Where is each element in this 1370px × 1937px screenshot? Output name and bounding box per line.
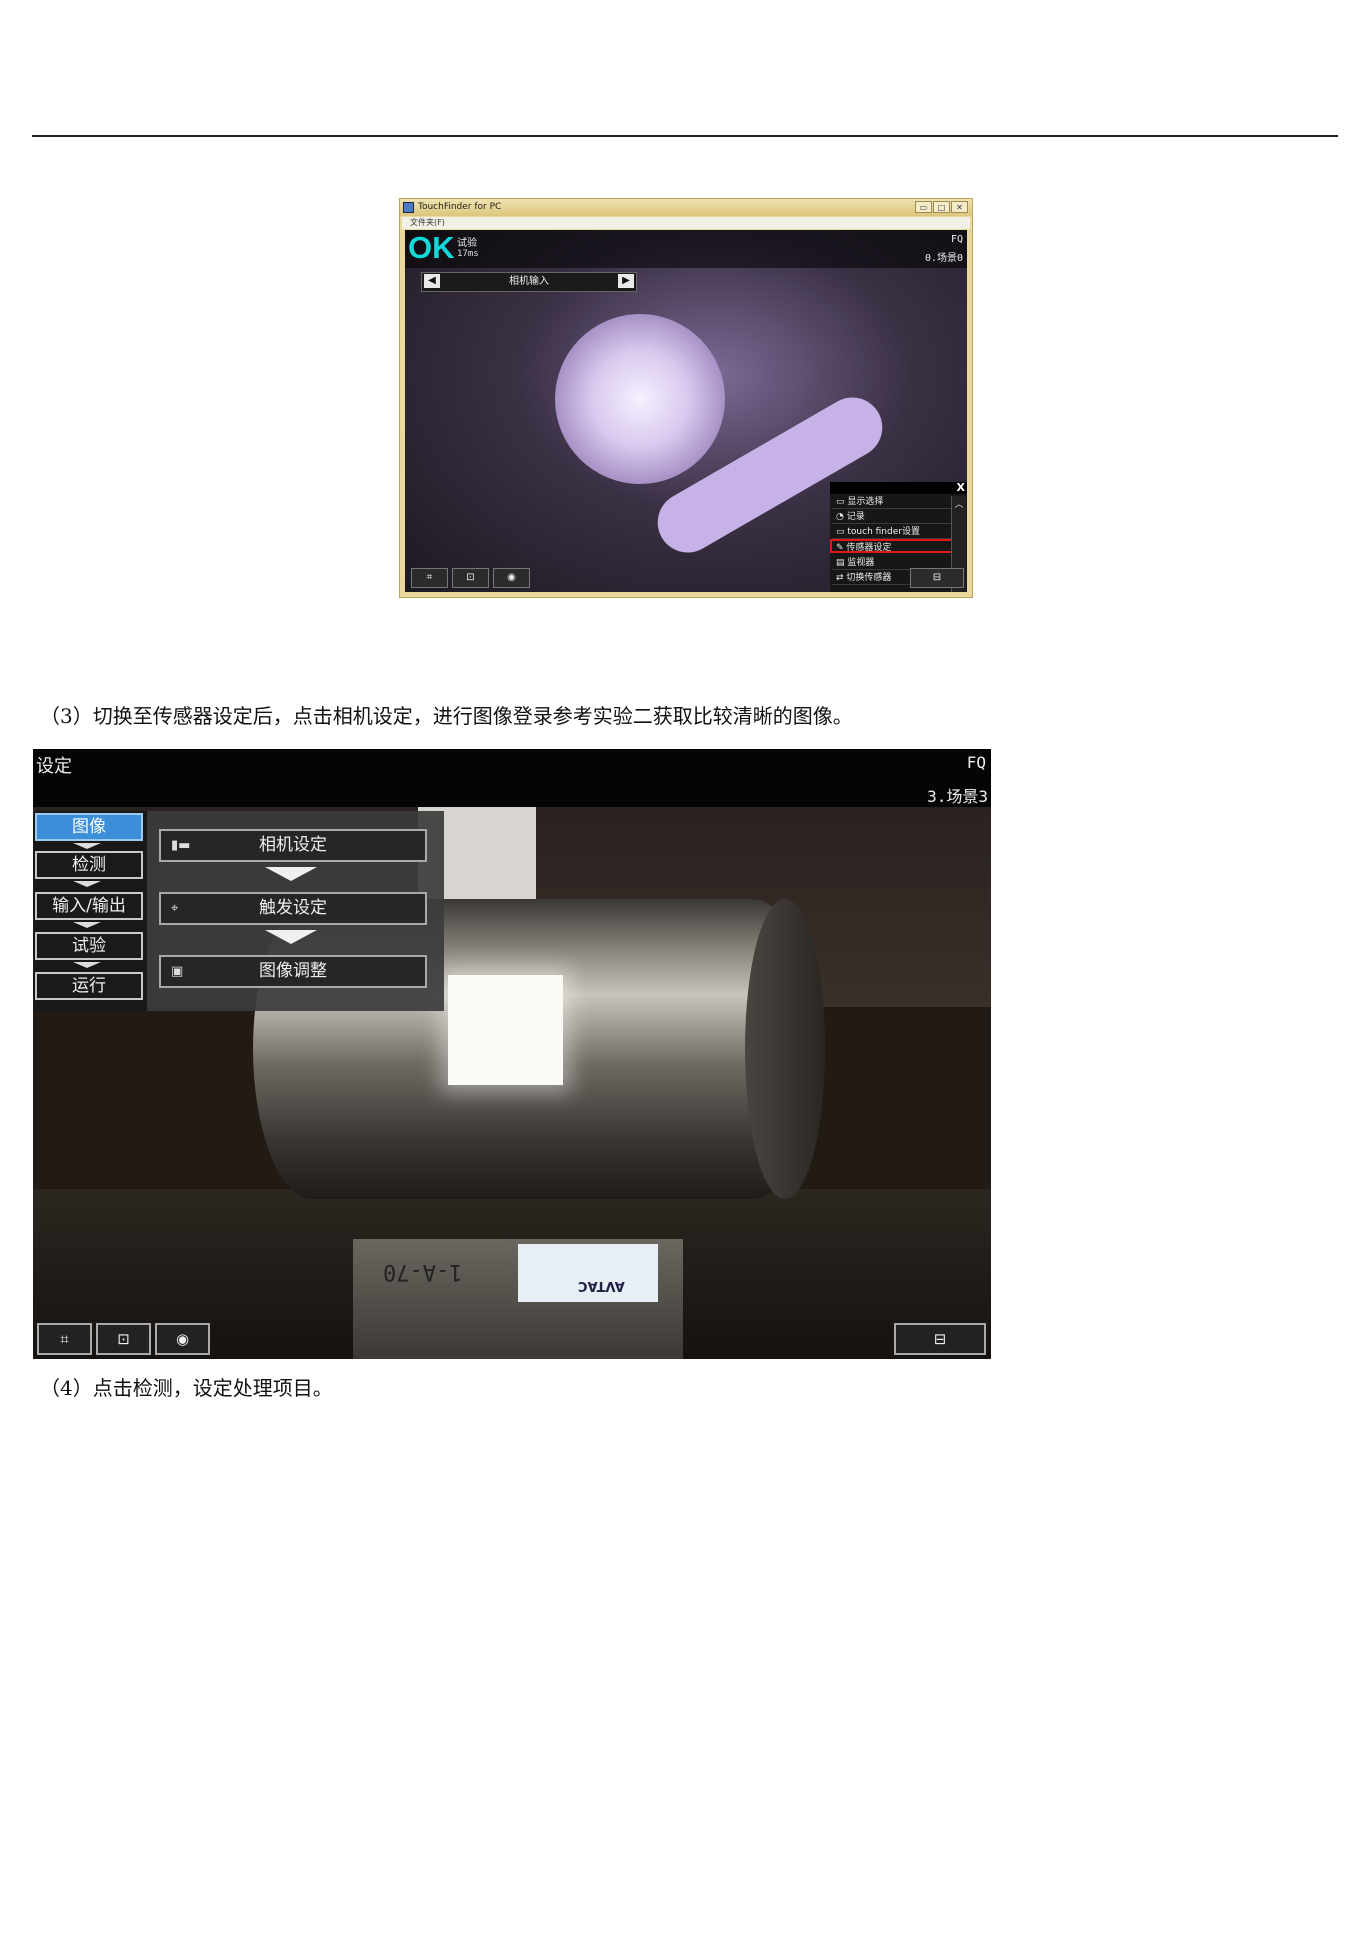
image-adjust-button[interactable]: ▣ 图像调整 bbox=[159, 955, 427, 988]
close-icon[interactable]: X bbox=[957, 481, 965, 494]
white-target-label bbox=[448, 975, 563, 1085]
tab-run[interactable]: 运行 bbox=[35, 972, 143, 1000]
tab-inspection[interactable]: 检测 bbox=[35, 851, 143, 879]
photo-sticker: AVTAC bbox=[518, 1244, 658, 1302]
scroll-up-icon[interactable]: ︿ bbox=[952, 497, 966, 510]
next-arrow-icon[interactable]: ▶ bbox=[618, 274, 634, 288]
processing-time: 17ms bbox=[457, 249, 479, 259]
zoom-button[interactable]: ⊡ bbox=[452, 568, 489, 588]
scene-label: 3.场景3 bbox=[927, 787, 988, 806]
gripper-image bbox=[555, 314, 725, 484]
prev-arrow-icon[interactable]: ◀ bbox=[424, 274, 440, 288]
caption-step-4: （4）点击检测，设定处理项目。 bbox=[40, 1376, 333, 1400]
photo-text-brand: AVTAC bbox=[578, 1278, 625, 1293]
tab-input-output[interactable]: 输入/输出 bbox=[35, 892, 143, 920]
photo-text-part: 1-A-70 bbox=[383, 1259, 463, 1284]
capture-button[interactable]: ◉ bbox=[493, 568, 530, 588]
menu-item-display-select[interactable]: ▭ 显示选择 bbox=[832, 495, 952, 509]
fit-view-button[interactable]: ⌗ bbox=[411, 568, 448, 588]
image-source-label: 相机输入 bbox=[509, 276, 549, 287]
screen-title: 设定 bbox=[36, 756, 72, 777]
toolbox-button[interactable]: ⊟ bbox=[910, 568, 964, 588]
sensor-label: FQ bbox=[950, 234, 963, 245]
fit-view-button[interactable]: ⌗ bbox=[37, 1323, 92, 1355]
toolbox-button[interactable]: ⊟ bbox=[894, 1323, 986, 1355]
camera-view: OK 试验 17ms FQ 0.场景0 ◀ 相机输入 ▶ X ▭ 显示选择 ◔ … bbox=[405, 230, 967, 592]
camera-setting-button[interactable]: ▮▬ 相机设定 bbox=[159, 829, 427, 862]
menu-item-sensor-settings[interactable]: ✎ 传感器设定 bbox=[830, 539, 954, 553]
window-titlebar: TouchFinder for PC ▭ □ ✕ bbox=[400, 199, 972, 216]
scene-label: 0.场景0 bbox=[924, 253, 963, 264]
tab-test[interactable]: 试验 bbox=[35, 932, 143, 960]
touchfinder-window: TouchFinder for PC ▭ □ ✕ 文件夹(F) OK 试验 17… bbox=[399, 198, 973, 598]
app-icon bbox=[403, 202, 414, 213]
maximize-button[interactable]: □ bbox=[933, 201, 950, 213]
capture-button[interactable]: ◉ bbox=[155, 1323, 210, 1355]
image-source-nav: ◀ 相机输入 ▶ bbox=[421, 272, 637, 292]
setting-screen: 1-A-70 AVTAC 设定 FQ 3.场景3 图像 检测 输入/输出 试验 … bbox=[33, 749, 991, 1359]
menu-file[interactable]: 文件夹(F) bbox=[402, 217, 970, 229]
close-button[interactable]: ✕ bbox=[951, 201, 968, 213]
zoom-button[interactable]: ⊡ bbox=[96, 1323, 151, 1355]
judgement-ok: OK bbox=[408, 230, 455, 265]
menu-item-record[interactable]: ◔ 记录 bbox=[832, 510, 952, 524]
setting-tabs: 图像 检测 输入/输出 试验 运行 bbox=[33, 811, 147, 1011]
mode-label: 试验 bbox=[457, 238, 477, 249]
caption-step-3: （3）切换至传感器设定后，点击相机设定，进行图像登录参考实验二获取比较清晰的图像… bbox=[40, 704, 853, 728]
setting-menu: 图像 检测 输入/输出 试验 运行 ▮▬ 相机设定 ⌖ 触发设定 ▣ 图像调整 bbox=[33, 811, 444, 1011]
header-rule bbox=[32, 135, 1338, 137]
tab-image[interactable]: 图像 bbox=[35, 813, 143, 841]
minimize-button[interactable]: ▭ bbox=[915, 201, 932, 213]
trigger-setting-button[interactable]: ⌖ 触发设定 bbox=[159, 892, 427, 925]
window-title: TouchFinder for PC bbox=[418, 202, 502, 212]
menu-item-touchfinder-settings[interactable]: ▭ touch finder设置 bbox=[832, 525, 952, 539]
sensor-label: FQ bbox=[966, 753, 986, 772]
